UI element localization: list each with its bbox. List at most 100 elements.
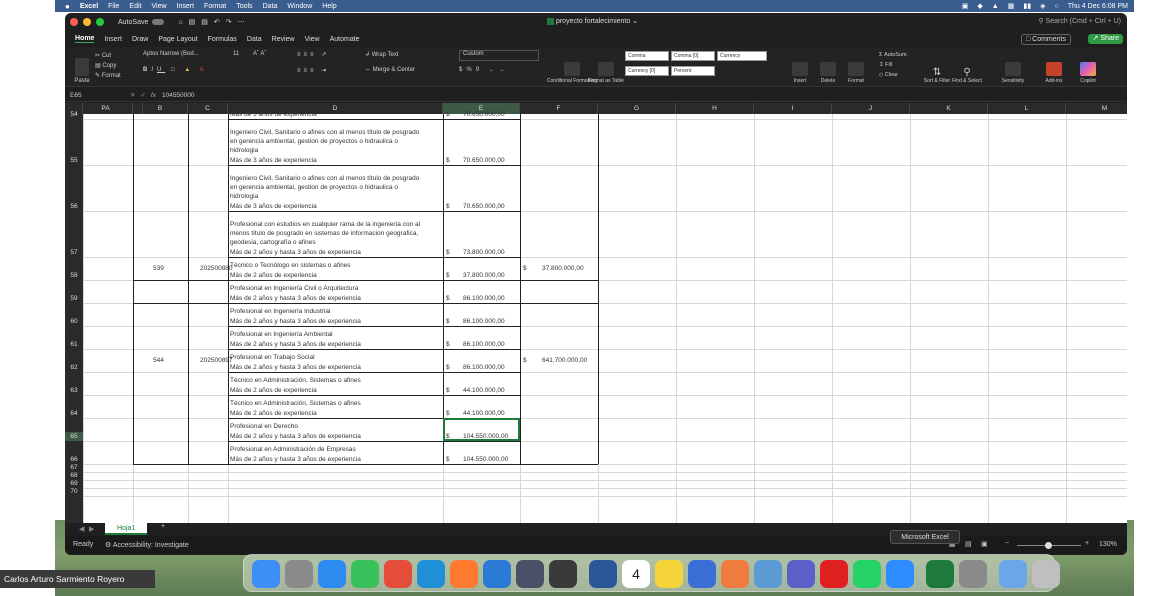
format-cells-button[interactable]: Format — [843, 50, 869, 84]
column-header-c[interactable]: C — [188, 103, 228, 114]
comma-format-icon[interactable]: 9 — [476, 67, 483, 73]
amount-value[interactable]: 44.100.000,00 — [463, 386, 505, 395]
amount-value[interactable]: 86.100.000,00 — [463, 363, 505, 372]
accessibility-status[interactable]: ⚙ Accessibility: Investigate — [105, 541, 189, 549]
status-icon-1[interactable]: ▣ — [962, 2, 969, 10]
column-header-h[interactable]: H — [676, 103, 754, 114]
row-header-55[interactable]: 55 — [65, 156, 83, 165]
cell-b-value[interactable]: 539 — [153, 264, 164, 273]
description-text[interactable]: Más de 3 años de experiencia — [230, 156, 317, 165]
status-icon-2[interactable]: ◆ — [977, 2, 982, 10]
description-text[interactable]: Profesional en Trabajo Social — [230, 353, 315, 362]
row-header-58[interactable]: 58 — [65, 271, 83, 280]
amount-value[interactable]: 70.650.000,00 — [463, 156, 505, 165]
description-text[interactable]: Ingeniero Civil, Sanitario o afines con … — [230, 128, 419, 137]
addins-button[interactable]: Add-ins — [1041, 50, 1067, 84]
sensitivity-button[interactable]: Sensitivity — [995, 50, 1031, 84]
tab-home[interactable]: Home — [75, 35, 95, 43]
increase-decimal-icon[interactable]: ← — [489, 67, 499, 73]
print-icon[interactable]: ▤ — [201, 18, 208, 26]
photos-icon[interactable] — [721, 560, 749, 588]
save-icon[interactable]: ▤ — [189, 18, 196, 26]
keynote-icon[interactable] — [688, 560, 716, 588]
underline-button[interactable]: U — [157, 67, 165, 73]
zoom-level[interactable]: 130% — [1099, 541, 1117, 548]
font-color-icon[interactable]: A — [200, 67, 208, 73]
finder-icon[interactable] — [252, 560, 280, 588]
tab-page-layout[interactable]: Page Layout — [158, 36, 197, 43]
style-currency[interactable]: Currency — [717, 51, 767, 61]
vscode-icon[interactable] — [483, 560, 511, 588]
row-header-60[interactable]: 60 — [65, 317, 83, 326]
sheet-prev-icon[interactable]: ◀ — [79, 525, 84, 533]
description-text[interactable]: Ingeniero Civil, Sanitario o afines con … — [230, 174, 419, 183]
row-header-65[interactable]: 65 — [65, 432, 83, 441]
description-text[interactable]: Más de 2 años y hasta 3 años de experien… — [230, 317, 361, 326]
tab-formulas[interactable]: Formulas — [208, 36, 237, 43]
wifi-icon[interactable]: ◈ — [1040, 2, 1045, 10]
name-box[interactable]: E65 — [70, 92, 110, 99]
more-icon[interactable]: ⋯ — [238, 18, 245, 26]
home-icon[interactable]: ⌂ — [178, 19, 182, 26]
sheet-next-icon[interactable]: ▶ — [89, 525, 94, 533]
preview-icon[interactable] — [754, 560, 782, 588]
search-field[interactable]: ⚲ Search (Cmd + Ctrl + U) — [1038, 17, 1121, 25]
delete-cells-button[interactable]: Delete — [815, 50, 841, 84]
minimize-window-button[interactable] — [83, 18, 91, 26]
style-currency-0[interactable]: Currency [0] — [625, 66, 669, 76]
spotlight-icon[interactable]: ○ — [1054, 3, 1058, 10]
safari-icon[interactable] — [318, 560, 346, 588]
cell-area[interactable]: Más de 3 años de experiencia $70.650.000,… — [83, 111, 1127, 523]
total-value[interactable]: 641.700.000,00 — [542, 356, 587, 365]
font-name-select[interactable]: Aptos Narrow (Bod... — [143, 51, 235, 61]
firefox-icon[interactable] — [450, 560, 478, 588]
close-window-button[interactable] — [70, 18, 78, 26]
description-text[interactable]: Más de 3 años de experiencia — [230, 202, 317, 211]
description-text[interactable]: Profesional con estudios en cualquier ra… — [230, 220, 420, 229]
amount-value[interactable]: 86.100.000,00 — [463, 340, 505, 349]
column-header-k[interactable]: K — [910, 103, 988, 114]
description-text[interactable]: menos título de posgrado en sistemas de … — [230, 229, 418, 238]
description-text[interactable]: Más de 2 años de experiencia — [230, 409, 317, 418]
row-header-54[interactable]: 54 — [65, 110, 83, 119]
clear-button[interactable]: ◇ Clear — [879, 70, 907, 80]
notes-icon[interactable] — [655, 560, 683, 588]
style-comma-0[interactable]: Comma [0] — [671, 51, 715, 61]
column-header-j[interactable]: J — [832, 103, 910, 114]
status-icon-4[interactable]: ▦ — [1008, 2, 1015, 10]
amount-value[interactable]: 73.800.000,00 — [463, 248, 505, 257]
find-select-button[interactable]: ⚲ Find & Select — [952, 50, 982, 84]
selected-cell[interactable] — [443, 418, 520, 441]
description-text[interactable]: hidrologia — [230, 192, 258, 201]
format-painter-button[interactable]: ✎ Format — [95, 71, 121, 81]
decrease-decimal-icon[interactable]: → — [499, 67, 509, 73]
zoom-in-icon[interactable]: + — [1085, 540, 1089, 547]
amount-value[interactable]: 70.650.000,00 — [463, 202, 505, 211]
trash-icon[interactable] — [1032, 560, 1060, 588]
chrome-icon[interactable] — [384, 560, 412, 588]
description-text[interactable]: Profesional en Ingeniería Ambiental — [230, 330, 333, 339]
insert-cells-button[interactable]: Insert — [787, 50, 813, 84]
description-text[interactable]: Profesional en Ingeniería Industrial — [230, 307, 330, 316]
row-header-62[interactable]: 62 — [65, 363, 83, 372]
description-text[interactable]: Más de 2 años de experiencia — [230, 271, 317, 280]
description-text[interactable]: Técnico en Administración, Sistemas o af… — [230, 376, 361, 385]
amount-value[interactable]: 86.100.000,00 — [463, 317, 505, 326]
description-text[interactable]: hidrologia — [230, 146, 258, 155]
column-header-g[interactable]: G — [598, 103, 676, 114]
autosave-toggle[interactable] — [152, 19, 165, 25]
description-text[interactable]: Más de 2 años y hasta 3 años de experien… — [230, 432, 361, 441]
column-header-m[interactable]: M — [1066, 103, 1127, 114]
description-text[interactable]: Técnico o Tecnólogo en sistemas o afines — [230, 261, 351, 270]
number-format-select[interactable]: Custom — [459, 50, 539, 61]
amount-value[interactable]: 44.100.000,00 — [463, 409, 505, 418]
share-button[interactable]: ↗ Share — [1088, 34, 1123, 44]
undo-icon[interactable]: ↶ — [214, 18, 220, 26]
column-header-l[interactable]: L — [988, 103, 1066, 114]
row-header-70[interactable]: 70 — [65, 487, 83, 496]
edge-icon[interactable] — [417, 560, 445, 588]
description-text[interactable]: Profesional en Ingeniería Civil o Arquit… — [230, 284, 358, 293]
downloads-icon[interactable] — [999, 560, 1027, 588]
description-text[interactable]: Más de 2 años y hasta 3 años de experien… — [230, 294, 361, 303]
amount-value[interactable]: 104.550.000,00 — [463, 455, 508, 464]
